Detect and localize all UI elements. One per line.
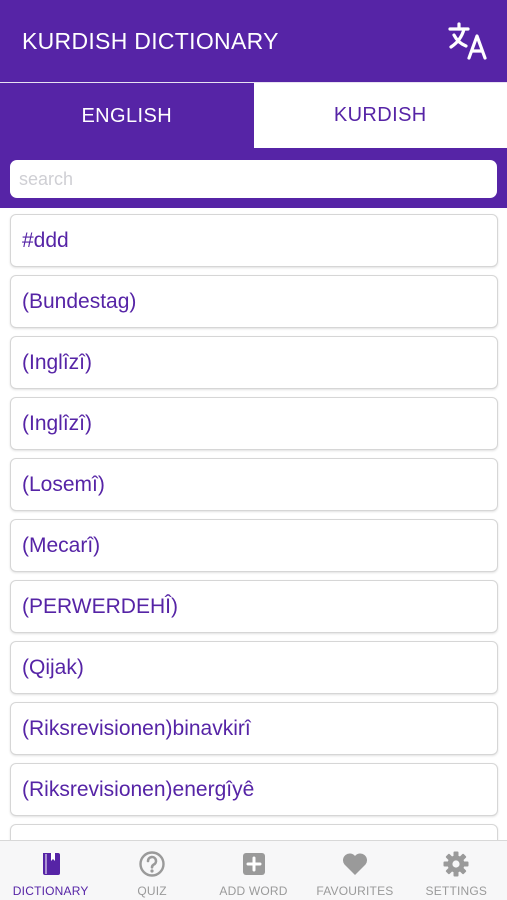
nav-favourites[interactable]: FAVOURITES: [304, 841, 405, 900]
tab-kurdish[interactable]: KURDISH: [253, 83, 507, 150]
gear-icon: [442, 850, 470, 878]
list-item[interactable]: (Qijak): [10, 641, 498, 694]
app-title: KURDISH DICTIONARY: [22, 27, 279, 54]
search-input[interactable]: [10, 160, 497, 198]
question-circle-icon: [138, 850, 166, 878]
list-item[interactable]: (Mecarî): [10, 519, 498, 572]
nav-label: DICTIONARY: [12, 884, 89, 898]
nav-quiz[interactable]: QUIZ: [101, 841, 202, 900]
language-tabs: ENGLISH KURDISH: [0, 82, 507, 150]
nav-add-word[interactable]: ADD WORD: [203, 841, 304, 900]
search-bar: [0, 150, 507, 208]
heart-icon: [341, 850, 369, 878]
book-icon: [40, 850, 62, 878]
bottom-tab-bar: DICTIONARY QUIZ ADD WORD FAVOURITES SETT…: [0, 840, 507, 900]
list-item[interactable]: (Inglîzî): [10, 336, 498, 389]
app-header: KURDISH DICTIONARY: [0, 0, 507, 82]
list-item[interactable]: (Inglîzî): [10, 397, 498, 450]
translate-button[interactable]: [447, 20, 489, 62]
tab-english[interactable]: ENGLISH: [0, 83, 254, 150]
nav-settings[interactable]: SETTINGS: [406, 841, 507, 900]
list-item[interactable]: [10, 824, 498, 840]
list-item[interactable]: #ddd: [10, 214, 498, 267]
list-item[interactable]: (PERWERDEHÎ): [10, 580, 498, 633]
nav-label: FAVOURITES: [316, 884, 394, 898]
translate-icon: [448, 22, 487, 60]
nav-dictionary[interactable]: DICTIONARY: [0, 841, 101, 900]
plus-square-icon: [241, 850, 267, 878]
list-item[interactable]: (Bundestag): [10, 275, 498, 328]
nav-label: QUIZ: [137, 884, 167, 898]
nav-label: SETTINGS: [425, 884, 488, 898]
list-item[interactable]: (Riksrevisionen)binavkirî: [10, 702, 498, 755]
nav-label: ADD WORD: [219, 884, 288, 898]
word-list[interactable]: #ddd (Bundestag) (Inglîzî) (Inglîzî) (Lo…: [0, 208, 507, 840]
list-item[interactable]: (Losemî): [10, 458, 498, 511]
list-item[interactable]: (Riksrevisionen)energîyê: [10, 763, 498, 816]
